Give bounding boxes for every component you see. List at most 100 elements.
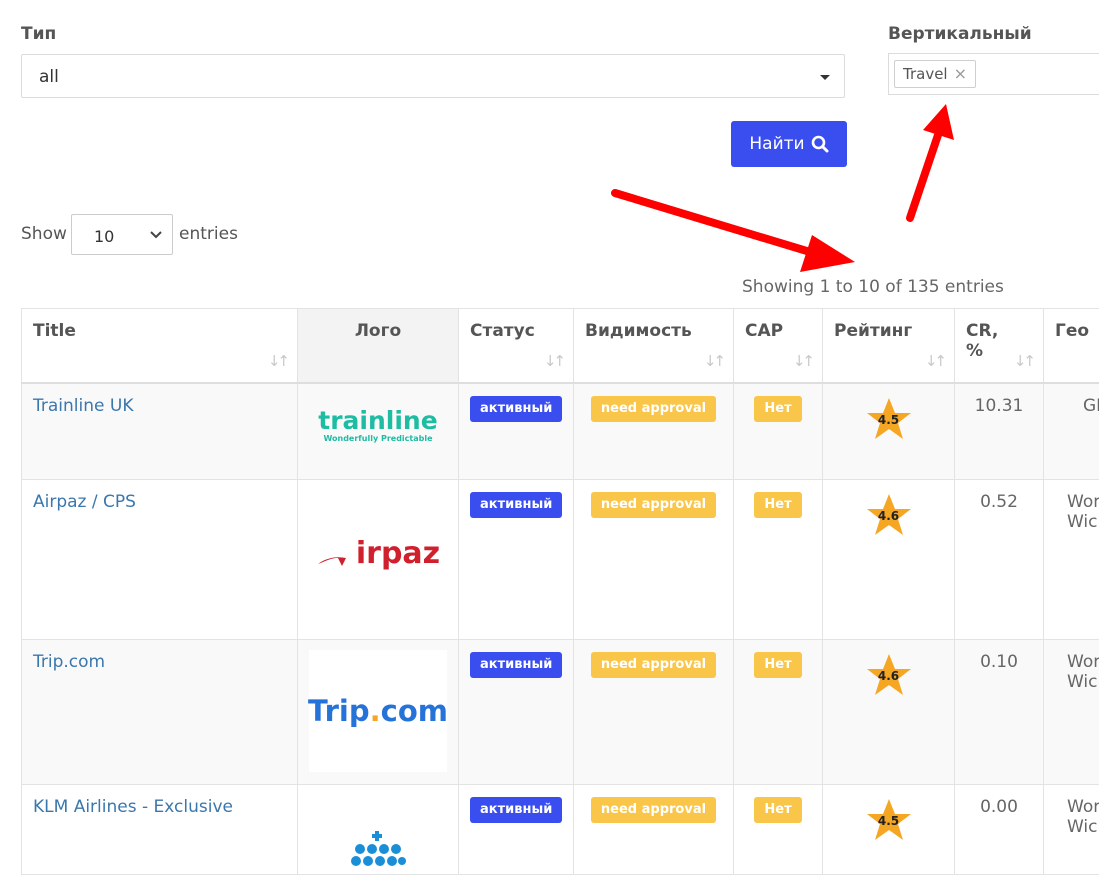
- geo-value: Wor: [1067, 492, 1099, 512]
- table-header-row: Title↓↑ Лого Статус↓↑ Видимость↓↑ CAP↓↑ …: [22, 309, 1099, 383]
- cell-title: Trip.com: [22, 640, 298, 785]
- cr-value: 0.10: [980, 652, 1018, 672]
- vertical-multiselect[interactable]: Travel×: [888, 53, 1099, 95]
- table-row: KLM Airlines - Exclusive активный need a…: [22, 785, 1099, 875]
- find-button[interactable]: Найти: [731, 121, 847, 167]
- col-title[interactable]: Title ↓↑: [22, 309, 298, 383]
- cell-cap: Нет: [734, 383, 823, 480]
- cell-cap: Нет: [734, 480, 823, 640]
- sort-icon: ↓↑: [544, 352, 563, 370]
- rating-star: 4.5: [865, 396, 913, 442]
- geo-value-cont: Wic: [1067, 512, 1098, 532]
- status-badge: активный: [470, 652, 562, 678]
- offer-title-link[interactable]: Trainline UK: [33, 396, 133, 416]
- cr-value: 0.00: [980, 797, 1018, 817]
- entries-label: entries: [179, 224, 238, 244]
- trainline-logo-tagline: Wonderfully Predictable: [298, 434, 458, 443]
- cell-status: активный: [459, 383, 574, 480]
- caret-down-icon: [820, 75, 830, 80]
- status-badge: активный: [470, 396, 562, 422]
- col-geo-label: Гео: [1055, 321, 1089, 341]
- cell-geo: WorWic: [1044, 640, 1099, 785]
- tag-remove-icon[interactable]: ×: [954, 64, 967, 83]
- cell-status: активный: [459, 640, 574, 785]
- col-rating-label: Рейтинг: [834, 321, 912, 341]
- geo-value: Wor: [1067, 652, 1099, 672]
- col-geo[interactable]: Гео: [1044, 309, 1099, 383]
- rating-star: 4.5: [865, 797, 913, 843]
- status-badge: активный: [470, 492, 562, 518]
- geo-value-cont: Wic: [1067, 817, 1098, 837]
- cell-geo: WorWic: [1044, 785, 1099, 875]
- arrow-to-filter-shaft: [910, 135, 938, 218]
- col-logo: Лого: [298, 309, 459, 383]
- status-badge: активный: [470, 797, 562, 823]
- trainline-logo-text: trainline: [298, 408, 458, 434]
- cell-logo: Trip.com: [298, 640, 459, 785]
- type-select-value: all: [39, 67, 59, 87]
- cell-logo: trainline Wonderfully Predictable: [298, 383, 459, 480]
- cap-badge: Нет: [754, 797, 801, 823]
- sort-icon: ↓↑: [1014, 352, 1033, 370]
- offer-title-link[interactable]: Trip.com: [33, 652, 105, 672]
- col-cap[interactable]: CAP↓↑: [734, 309, 823, 383]
- chevron-down-icon: [148, 224, 164, 246]
- arrow-to-info-head: [800, 235, 855, 272]
- trip-logo-text: Trip.com: [308, 694, 448, 728]
- cell-rating: 4.5: [823, 383, 955, 480]
- col-cr-unit: %: [966, 341, 983, 361]
- offers-table: Title↓↑ Лого Статус↓↑ Видимость↓↑ CAP↓↑ …: [21, 308, 1099, 875]
- cell-cr: 10.31: [955, 383, 1044, 480]
- cap-badge: Нет: [754, 652, 801, 678]
- col-logo-label: Лого: [355, 321, 401, 341]
- offer-title-link[interactable]: KLM Airlines - Exclusive: [33, 797, 233, 817]
- table-row: Trainline UK trainline Wonderfully Predi…: [22, 383, 1099, 480]
- cell-cr: 0.52: [955, 480, 1044, 640]
- rating-star: 4.6: [865, 492, 913, 538]
- cr-value: 0.52: [980, 492, 1018, 512]
- klm-crown-icon: [348, 829, 408, 869]
- col-visibility-label: Видимость: [585, 321, 692, 341]
- trainline-logo: trainline Wonderfully Predictable: [298, 384, 458, 443]
- arrow-to-info-shaft: [615, 193, 820, 255]
- cell-visibility: need approval: [574, 383, 734, 480]
- cap-badge: Нет: [754, 396, 801, 422]
- visibility-badge: need approval: [591, 652, 716, 678]
- cell-cap: Нет: [734, 785, 823, 875]
- col-cr[interactable]: CR,%↓↑: [955, 309, 1044, 383]
- cell-rating: 4.6: [823, 640, 955, 785]
- sort-icon: ↓↑: [268, 352, 287, 370]
- rating-value: 4.6: [865, 669, 913, 683]
- cell-status: активный: [459, 480, 574, 640]
- type-label: Тип: [21, 24, 56, 44]
- rating-star: 4.6: [865, 652, 913, 698]
- rating-value: 4.5: [865, 413, 913, 427]
- airpaz-logo-text: irpaz: [356, 536, 440, 571]
- geo-value: GE: [1083, 396, 1099, 416]
- table-row: Trip.com Trip.com активный need approval…: [22, 640, 1099, 785]
- cell-cap: Нет: [734, 640, 823, 785]
- sort-icon: ↓↑: [704, 352, 723, 370]
- table-info: Showing 1 to 10 of 135 entries: [742, 277, 1004, 297]
- arrow-to-filter-head: [923, 104, 954, 140]
- offer-title-link[interactable]: Airpaz / CPS: [33, 492, 136, 512]
- cell-cr: 0.00: [955, 785, 1044, 875]
- col-title-label: Title: [33, 321, 76, 341]
- col-visibility[interactable]: Видимость ↓↑: [574, 309, 734, 383]
- cell-rating: 4.6: [823, 480, 955, 640]
- table-row: Airpaz / CPS irpaz активный need approva…: [22, 480, 1099, 640]
- visibility-badge: need approval: [591, 797, 716, 823]
- page-length-value: 10: [94, 227, 114, 246]
- cell-rating: 4.5: [823, 785, 955, 875]
- geo-value: Wor: [1067, 797, 1099, 817]
- vertical-label: Вертикальный: [888, 24, 1032, 44]
- cell-visibility: need approval: [574, 480, 734, 640]
- page-length-select[interactable]: 10: [71, 214, 173, 255]
- cell-visibility: need approval: [574, 785, 734, 875]
- trip-logo-part: Trip: [308, 694, 370, 728]
- type-select[interactable]: all: [21, 54, 845, 98]
- trip-logo: Trip.com: [309, 650, 447, 772]
- col-rating[interactable]: Рейтинг↓↑: [823, 309, 955, 383]
- rating-value: 4.5: [865, 814, 913, 828]
- col-status[interactable]: Статус↓↑: [459, 309, 574, 383]
